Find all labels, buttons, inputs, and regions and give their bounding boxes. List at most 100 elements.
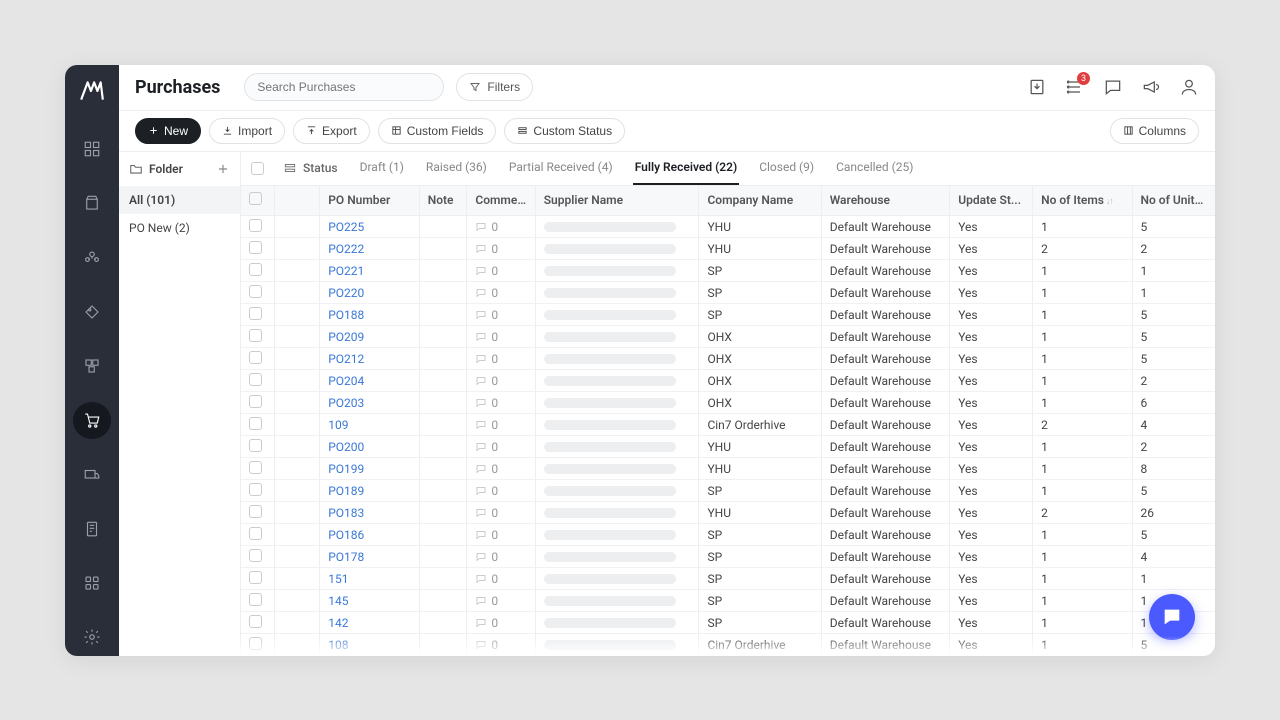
announce-icon[interactable] xyxy=(1141,77,1161,97)
comment-count[interactable]: 0 xyxy=(475,440,526,454)
comment-count[interactable]: 0 xyxy=(475,638,526,652)
select-all-tabs-checkbox[interactable] xyxy=(251,162,264,175)
po-number-link[interactable]: 151 xyxy=(320,568,419,590)
comment-count[interactable]: 0 xyxy=(475,264,526,278)
nav-purchases[interactable] xyxy=(73,402,111,438)
custom-fields-button[interactable]: Custom Fields xyxy=(378,118,497,144)
po-number-link[interactable]: PO220 xyxy=(320,282,419,304)
po-number-link[interactable]: PO178 xyxy=(320,546,419,568)
po-number-link[interactable]: PO186 xyxy=(320,524,419,546)
comment-count[interactable]: 0 xyxy=(475,616,526,630)
comment-count[interactable]: 0 xyxy=(475,506,526,520)
filters-button[interactable]: Filters xyxy=(456,73,533,101)
comment-count[interactable]: 0 xyxy=(475,330,526,344)
po-number-link[interactable]: PO200 xyxy=(320,436,419,458)
tasks-icon[interactable]: 3 xyxy=(1065,77,1085,97)
tab[interactable]: Fully Received (22) xyxy=(633,152,739,185)
column-header[interactable]: Company Name xyxy=(699,186,821,216)
folder-item[interactable]: PO New (2) xyxy=(119,214,240,242)
po-number-link[interactable]: PO183 xyxy=(320,502,419,524)
chat-fab[interactable] xyxy=(1149,594,1195,640)
add-folder-icon[interactable] xyxy=(216,162,230,176)
nav-contacts[interactable] xyxy=(73,240,111,276)
nav-orders[interactable] xyxy=(73,185,111,221)
row-checkbox[interactable] xyxy=(249,285,262,298)
po-number-link[interactable]: 108 xyxy=(320,634,419,656)
column-header[interactable]: Comme... xyxy=(467,186,535,216)
new-button[interactable]: New xyxy=(135,118,201,144)
comment-count[interactable]: 0 xyxy=(475,396,526,410)
nav-settings[interactable] xyxy=(73,619,111,655)
comment-count[interactable]: 0 xyxy=(475,484,526,498)
row-checkbox[interactable] xyxy=(249,549,262,562)
import-button[interactable]: Import xyxy=(209,118,285,144)
comment-count[interactable]: 0 xyxy=(475,374,526,388)
po-number-link[interactable]: PO221 xyxy=(320,260,419,282)
po-number-link[interactable]: PO225 xyxy=(320,216,419,238)
comment-count[interactable]: 0 xyxy=(475,550,526,564)
po-number-link[interactable]: PO188 xyxy=(320,304,419,326)
columns-button[interactable]: Columns xyxy=(1110,118,1199,144)
row-checkbox[interactable] xyxy=(249,241,262,254)
column-header[interactable]: Supplier Name xyxy=(535,186,699,216)
tab[interactable]: Partial Received (4) xyxy=(507,152,615,185)
row-checkbox[interactable] xyxy=(249,527,262,540)
row-checkbox[interactable] xyxy=(249,615,262,628)
column-header[interactable]: Note xyxy=(419,186,467,216)
po-number-link[interactable]: PO199 xyxy=(320,458,419,480)
row-checkbox[interactable] xyxy=(249,329,262,342)
row-checkbox[interactable] xyxy=(249,505,262,518)
column-header[interactable]: No of Items↓↑ xyxy=(1033,186,1132,216)
comment-count[interactable]: 0 xyxy=(475,242,526,256)
nav-transfers[interactable] xyxy=(73,457,111,493)
export-icon[interactable] xyxy=(1027,77,1047,97)
nav-dashboard[interactable] xyxy=(73,131,111,167)
row-checkbox[interactable] xyxy=(249,571,262,584)
row-checkbox[interactable] xyxy=(249,439,262,452)
tab[interactable]: Raised (36) xyxy=(424,152,489,185)
comment-count[interactable]: 0 xyxy=(475,594,526,608)
po-number-link[interactable]: 142 xyxy=(320,612,419,634)
select-all-checkbox[interactable] xyxy=(249,192,262,205)
table-wrap[interactable]: PO NumberNoteComme...Supplier NameCompan… xyxy=(241,186,1215,656)
row-checkbox[interactable] xyxy=(249,461,262,474)
row-checkbox[interactable] xyxy=(249,637,262,650)
nav-reports[interactable] xyxy=(73,511,111,547)
row-checkbox[interactable] xyxy=(249,351,262,364)
po-number-link[interactable]: PO189 xyxy=(320,480,419,502)
comment-count[interactable]: 0 xyxy=(475,308,526,322)
po-number-link[interactable]: 145 xyxy=(320,590,419,612)
row-checkbox[interactable] xyxy=(249,417,262,430)
row-checkbox[interactable] xyxy=(249,593,262,606)
column-header[interactable]: PO Number xyxy=(320,186,419,216)
po-number-link[interactable]: PO209 xyxy=(320,326,419,348)
chat-icon[interactable] xyxy=(1103,77,1123,97)
comment-count[interactable]: 0 xyxy=(475,352,526,366)
export-button[interactable]: Export xyxy=(293,118,370,144)
row-checkbox[interactable] xyxy=(249,483,262,496)
comment-count[interactable]: 0 xyxy=(475,528,526,542)
row-checkbox[interactable] xyxy=(249,307,262,320)
custom-status-button[interactable]: Custom Status xyxy=(504,118,625,144)
tab[interactable]: Closed (9) xyxy=(757,152,816,185)
column-header[interactable]: No of Units↓↑ xyxy=(1132,186,1215,216)
comment-count[interactable]: 0 xyxy=(475,572,526,586)
nav-inventory[interactable] xyxy=(73,348,111,384)
row-checkbox[interactable] xyxy=(249,263,262,276)
row-checkbox[interactable] xyxy=(249,219,262,232)
comment-count[interactable]: 0 xyxy=(475,418,526,432)
tab[interactable]: Draft (1) xyxy=(358,152,406,185)
nav-apps[interactable] xyxy=(73,565,111,601)
comment-count[interactable]: 0 xyxy=(475,220,526,234)
comment-count[interactable]: 0 xyxy=(475,462,526,476)
folder-item[interactable]: All (101) xyxy=(119,186,240,214)
po-number-link[interactable]: PO204 xyxy=(320,370,419,392)
po-number-link[interactable]: PO222 xyxy=(320,238,419,260)
po-number-link[interactable]: 109 xyxy=(320,414,419,436)
tab[interactable]: Cancelled (25) xyxy=(834,152,915,185)
column-header[interactable] xyxy=(274,186,320,216)
column-header[interactable]: Warehouse xyxy=(821,186,949,216)
row-checkbox[interactable] xyxy=(249,373,262,386)
po-number-link[interactable]: PO212 xyxy=(320,348,419,370)
row-checkbox[interactable] xyxy=(249,395,262,408)
